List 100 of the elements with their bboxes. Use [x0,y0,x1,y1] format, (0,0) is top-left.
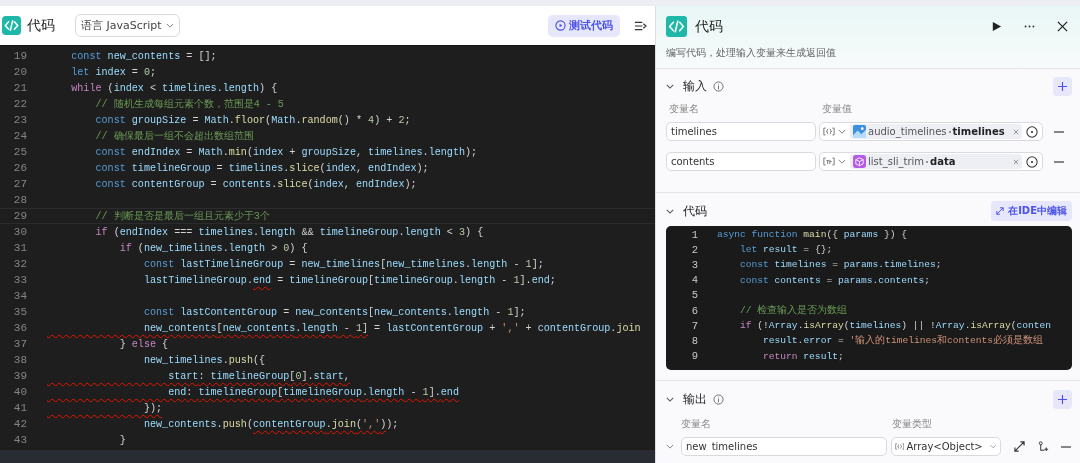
info-icon [713,394,724,405]
line-number: 25 [12,146,27,158]
source-node-name: audio_timelines [868,126,947,137]
chevron-down-icon [165,23,174,28]
chevron-down-icon[interactable] [666,84,674,89]
array-object-icon [895,442,905,451]
array-string-icon [823,157,835,166]
code-line: while (index < timelines.length) { [70,82,278,94]
target-icon[interactable] [1026,125,1038,138]
clear-icon[interactable] [1013,158,1019,165]
line-number: 20 [12,66,27,78]
line-number: 29 [12,210,27,222]
close-icon[interactable] [1057,21,1068,32]
code-line: new_contents[new_contents.length - 1] = lastContentGroup + ',' + contentGroup.join [142,322,641,334]
add-button[interactable] [1053,77,1072,96]
line-number: 8 [690,334,698,347]
code-line: // 确保最后一组不会超出数组范围 [94,129,254,143]
code-line: lastTimelineGroup.end = timelineGroup[timelineGroup.length - 1].end; [142,274,556,286]
code-line: if (!Array.isArray(timelines) || !Array.isArray(conten [739,320,1052,332]
line-number: 31 [12,242,27,254]
code-line: const new_contents = []; [70,50,217,62]
column-label: 变量值 [822,102,852,116]
image-icon [853,125,866,138]
line-number: 32 [12,258,27,270]
language-dropdown[interactable]: 语言 JavaScript [75,14,180,37]
plus-icon [1058,82,1067,91]
line-number: 7 [690,319,698,332]
code-line: } else { [118,338,169,350]
variable-name-field[interactable]: timelines [666,122,816,141]
line-number: 1 [690,228,698,241]
expand-icon[interactable] [1014,441,1025,452]
code-line: const groupSize = Math.floor(Math.random() * 4) + 2; [94,114,411,126]
variable-name-field[interactable]: contents [666,152,816,171]
line-number: 5 [690,289,698,302]
line-number: 34 [12,290,27,302]
line-number: 23 [12,114,27,126]
line-number: 41 [12,402,27,414]
info-icon [713,81,724,92]
code-line: if (new_timelines.length > 0) { [118,242,308,254]
code-line: const lastTimelineGroup = new_timelines[new_timelines.length - 1]; [142,258,544,270]
code-line: }); [142,402,163,414]
code-line: // 判断是否是最后一组且元素少于3个 [94,209,270,223]
code-line: // 随机生成每组元素个数，范围是4 - 5 [94,97,284,111]
line-number: 28 [12,194,27,206]
chevron-down-icon [989,444,996,449]
add-button[interactable] [1053,390,1072,409]
type-value: Array<Object> [906,441,983,452]
source-node-name: list_sli_trim [868,156,924,167]
code-line: async function main({ params }) { [717,229,907,241]
test-code-button[interactable]: 测试代码 [548,14,620,37]
source-field-name: data [930,156,956,167]
code-line: new_contents.push(contentGroup.join(',')); [142,418,399,430]
target-icon[interactable] [1026,155,1038,168]
clear-icon[interactable] [1013,128,1019,135]
panel-description: 编写代码，处理输入变量来生成返回值 [666,46,837,60]
code-icon [666,16,687,37]
line-number: 36 [12,322,27,334]
chevron-down-icon[interactable] [666,208,674,214]
remove-icon[interactable] [1054,130,1064,133]
menu-icon[interactable] [634,19,647,32]
line-number: 37 [12,338,27,350]
variable-value-field[interactable]: audio_timelines timelines [819,122,1043,141]
code-line: let result = {}; [739,244,833,256]
code-line: const timelineGroup = timelines.slice(index, endIndex); [94,162,429,174]
line-number: 35 [12,306,27,318]
line-number: 43 [12,434,27,446]
line-number: 39 [12,370,27,382]
code-line: // 检查输入是否为数组 [739,304,848,318]
code-line: } [118,434,126,446]
line-number: 9 [690,350,698,363]
edit-in-ide-button[interactable]: 在IDE中编辑 [991,201,1072,221]
chevron-down-icon[interactable] [666,444,674,449]
variable-type-dropdown[interactable]: Array<Object> [891,437,1001,456]
code-editor[interactable] [0,45,655,450]
line-number: 2 [690,243,698,256]
remove-icon[interactable] [1061,445,1071,448]
code-line: new_timelines.push({ [142,354,266,366]
line-number: 21 [12,82,27,94]
code-line: const contentGroup = contents.slice(index, endIndex); [94,178,417,190]
column-label: 变量类型 [892,417,932,431]
play-icon[interactable] [991,21,1002,32]
variable-value-field[interactable]: list_sli_trim data [819,152,1043,171]
chevron-down-icon [838,129,846,134]
code-preview[interactable] [666,226,1072,370]
line-number: 26 [12,162,27,174]
line-number: 42 [12,418,27,430]
code-line: const endIndex = Math.min(index + groupSize, timelines.length); [94,146,478,158]
chevron-down-icon [838,159,846,164]
add-child-icon[interactable] [1038,441,1049,452]
line-number: 19 [12,50,27,62]
column-label: 变量名 [669,102,700,116]
line-number: 27 [12,178,27,190]
code-line: let index = 0; [70,66,157,78]
chevron-down-icon[interactable] [666,397,674,402]
line-number: 6 [690,304,698,317]
variable-name-field[interactable]: new_timelines [681,437,887,456]
remove-icon[interactable] [1054,160,1064,163]
code-line: end: timelineGroup[timelineGroup.length - 1].end [167,386,459,398]
code-line: const lastContentGroup = new_contents[new_contents.length - 1]; [142,306,526,318]
code-line: if (endIndex === timelines.length && timelineGroup.length < 3) { [94,226,484,238]
